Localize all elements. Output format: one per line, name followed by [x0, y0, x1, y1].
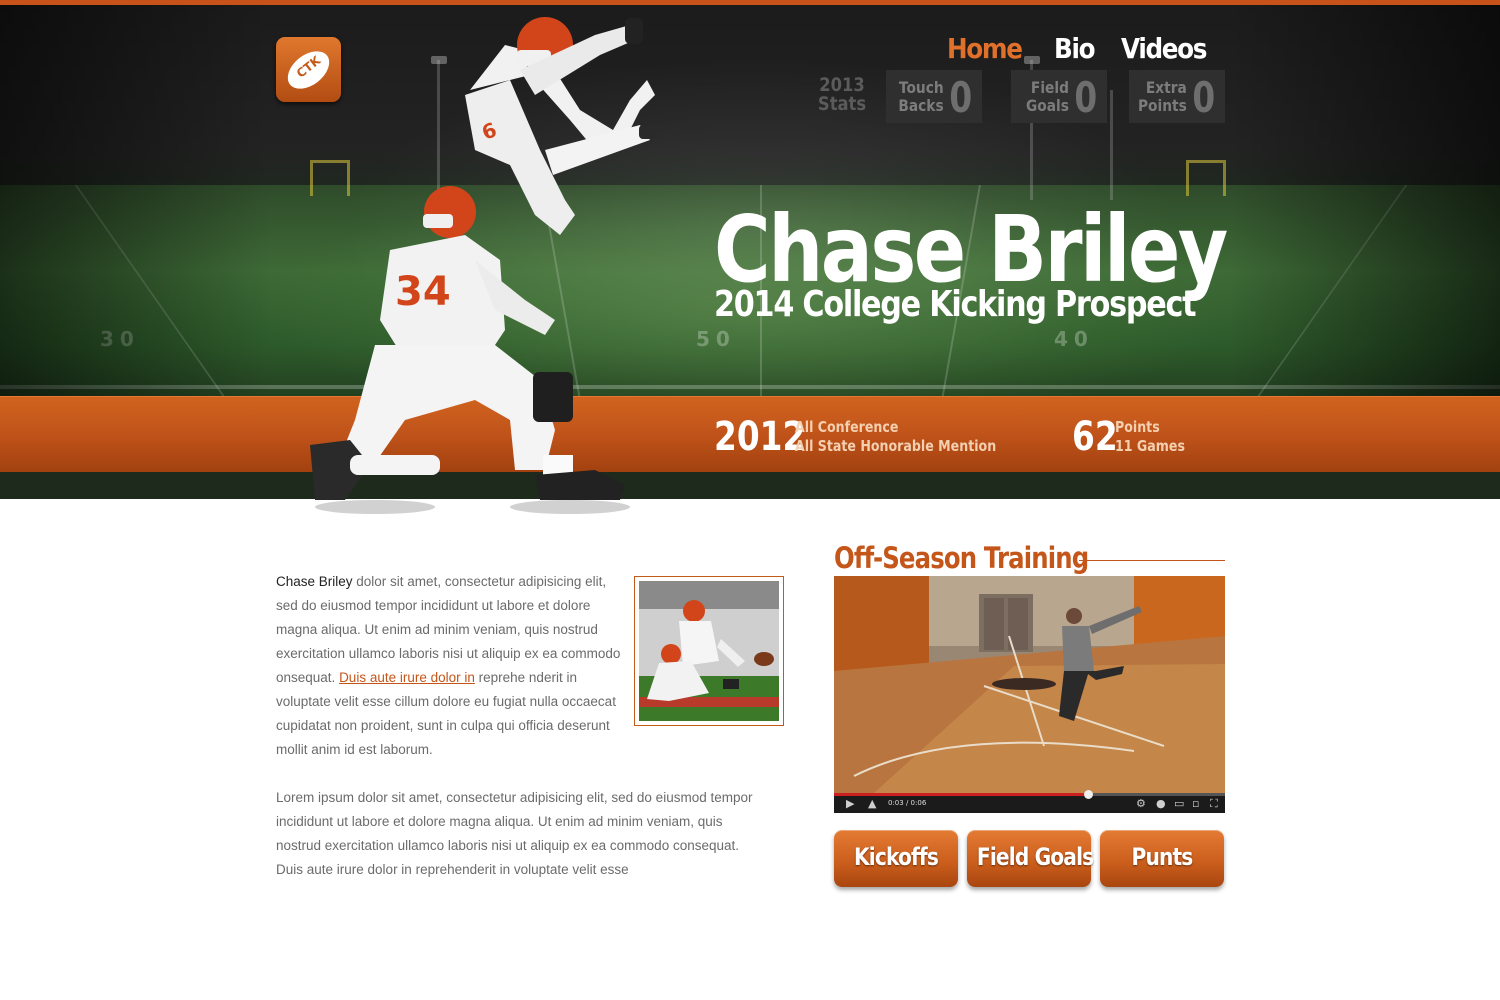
button-label: Kickoffs — [853, 843, 939, 871]
stat-label-line: Goals — [1026, 96, 1069, 115]
points-value: 62 — [1072, 414, 1118, 460]
video-progress-track[interactable] — [834, 790, 1225, 799]
video-duration: 0:06 — [910, 799, 927, 807]
kicker-and-holder-illustration: 6 34 — [310, 17, 655, 514]
nav-videos[interactable]: Videos — [1121, 32, 1207, 65]
popout-icon[interactable]: ▫ — [1192, 798, 1199, 810]
band-shadow — [0, 472, 1500, 499]
svg-text:34: 34 — [395, 269, 451, 315]
stat-extra-points: Extra Points 0 — [1129, 70, 1225, 123]
stat-field-goals: Field Goals 0 — [1011, 70, 1107, 123]
stat-label-line: Points — [1138, 96, 1187, 115]
stat-value: 0 — [1074, 73, 1097, 122]
theater-icon[interactable]: ▭ — [1174, 798, 1184, 810]
holder-and-kicker-photo — [639, 581, 779, 721]
stat-label: Field Goals — [1026, 79, 1069, 115]
fullscreen-icon[interactable]: ⛶ — [1210, 798, 1218, 810]
award-line: All Conference — [795, 418, 899, 436]
award-year: 2012 — [714, 414, 806, 460]
video-progress-fill — [834, 793, 1089, 796]
stat-label: Extra Points — [1138, 79, 1187, 115]
bio-photo — [639, 581, 779, 721]
stats-label-word: Stats — [817, 93, 867, 115]
video-frame — [834, 576, 1225, 793]
points-line: Points — [1115, 418, 1160, 436]
bio-photo-frame[interactable] — [634, 576, 784, 726]
training-title: Off-Season Training — [834, 541, 1089, 575]
video-progress-knob[interactable] — [1084, 790, 1094, 799]
kickoffs-button[interactable]: Kickoffs — [834, 830, 958, 887]
punts-button[interactable]: Punts — [1100, 830, 1224, 887]
stat-label: Touch Backs — [899, 79, 944, 115]
captions-icon[interactable]: ● — [1156, 798, 1166, 810]
stats-label: 2013 Stats — [816, 76, 868, 114]
field-goals-button[interactable]: Field Goals — [967, 830, 1094, 887]
settings-icon[interactable]: ⚙ — [1136, 798, 1146, 810]
stat-label-line: Touch — [899, 78, 944, 97]
button-label: Punts — [1131, 843, 1194, 871]
video-time: 0:03 / 0:06 — [888, 799, 927, 807]
nav-home[interactable]: Home — [947, 32, 1023, 65]
volume-icon[interactable]: ▲ — [868, 798, 876, 810]
stat-value: 0 — [1192, 73, 1215, 122]
stat-label-line: Backs — [898, 96, 944, 115]
top-accent-strip — [0, 0, 1500, 5]
bio-paragraph: Chase Briley dolor sit amet, consectetur… — [276, 570, 628, 762]
video-current-time: 0:03 — [888, 799, 904, 807]
video-controls: ▶ ▲ 0:03 / 0:06 ⚙ ● ▭ ▫ ⛶ — [834, 790, 1225, 813]
stat-label-line: Field — [1030, 78, 1069, 97]
points-description: Points 11 Games — [1115, 418, 1185, 456]
award-line: All State Honorable Mention — [795, 437, 997, 455]
bio-link[interactable]: Duis aute irure dolor in — [339, 670, 475, 685]
points-line: 11 Games — [1115, 437, 1185, 455]
bio-paragraph-2: Lorem ipsum dolor sit amet, consectetur … — [276, 790, 753, 877]
bio-text: dolor sit amet, consectetur adipisicing … — [276, 574, 621, 685]
player-tagline: 2014 College Kicking Prospect — [714, 284, 1197, 325]
button-label: Field Goals — [976, 843, 1094, 871]
training-video-player[interactable]: ▶ ▲ 0:03 / 0:06 ⚙ ● ▭ ▫ ⛶ — [834, 576, 1225, 813]
stat-label-line: Extra — [1146, 78, 1187, 97]
award-description: All Conference All State Honorable Menti… — [795, 418, 996, 456]
title-rule — [1079, 560, 1225, 561]
main-nav: Home Bio Videos — [947, 32, 1218, 65]
stat-value: 0 — [949, 73, 972, 122]
stat-touch-backs: Touch Backs 0 — [886, 70, 982, 123]
hero-banner: 30 50 40 CTK Home Bio Videos 2013 Stats … — [0, 0, 1500, 499]
play-icon[interactable]: ▶ — [846, 798, 854, 810]
bio-name: Chase Briley — [276, 574, 353, 589]
nav-bio[interactable]: Bio — [1054, 32, 1096, 65]
